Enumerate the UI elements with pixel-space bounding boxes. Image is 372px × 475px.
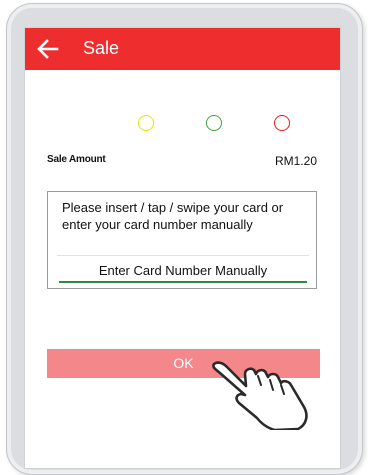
- sale-amount-label: Sale Amount: [47, 154, 106, 165]
- manual-card-entry-label: Enter Card Number Manually: [98, 263, 268, 278]
- status-lights: [25, 115, 340, 137]
- tap-hand-icon: [212, 361, 308, 430]
- manual-card-entry-field[interactable]: Enter Card Number Manually: [57, 255, 309, 283]
- back-arrow-icon: [37, 39, 59, 59]
- page-title: Sale: [83, 38, 120, 58]
- app-bar: Sale: [25, 28, 340, 70]
- back-button[interactable]: [33, 34, 63, 64]
- status-light-red: [274, 115, 290, 131]
- card-prompt-message: Please insert / tap / swipe your card or…: [62, 200, 284, 232]
- sale-amount-value: RM1.20: [274, 154, 317, 168]
- device-mockup: Sale Sale Amount RM1.20 Please insert / …: [0, 0, 372, 475]
- status-light-yellow: [138, 115, 154, 131]
- sale-amount-row: Sale Amount RM1.20: [47, 154, 317, 170]
- card-prompt-box: Please insert / tap / swipe your card or…: [47, 191, 317, 289]
- status-light-green: [206, 115, 222, 131]
